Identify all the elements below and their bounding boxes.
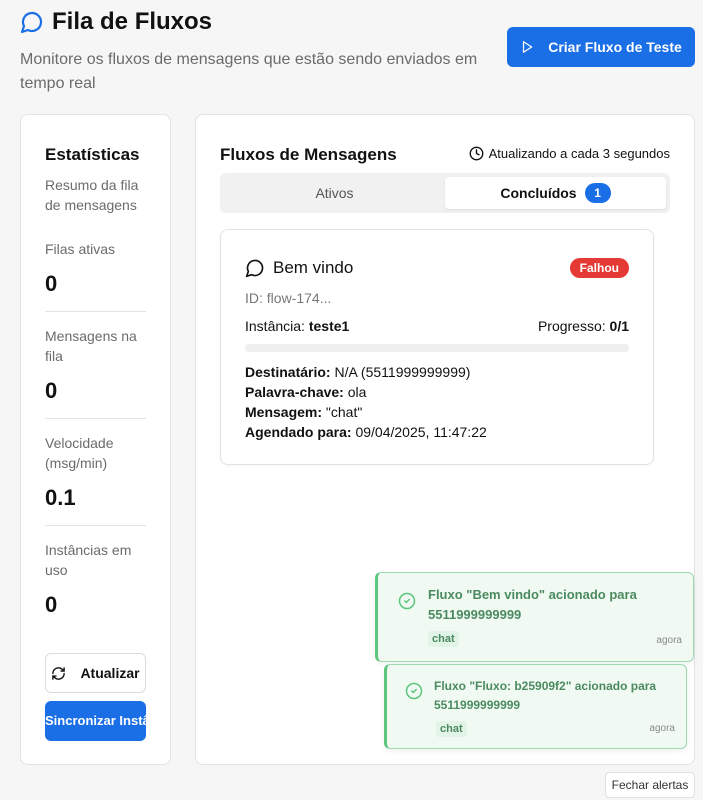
toast-notification[interactable]: Fluxo "Bem vindo" acionado para 55119999… bbox=[375, 572, 694, 662]
stat-value: 0 bbox=[45, 271, 58, 296]
toast-time: agora bbox=[649, 723, 675, 734]
update-interval: Atualizando a cada 3 segundos bbox=[469, 146, 670, 161]
message-circle-icon bbox=[20, 11, 43, 34]
flow-name: Bem vindo bbox=[273, 258, 354, 277]
update-interval-text: Atualizando a cada 3 segundos bbox=[488, 146, 670, 161]
scheduled-row: Agendado para: 09/04/2025, 11:47:22 bbox=[245, 422, 487, 442]
toast-tag: chat bbox=[436, 721, 467, 737]
scheduled-value: 09/04/2025, 11:47:22 bbox=[355, 424, 487, 440]
tab-active[interactable]: Ativos bbox=[224, 177, 445, 209]
stat-speed: Velocidade (msg/min) 0.1 bbox=[45, 419, 146, 526]
check-circle-icon bbox=[398, 592, 416, 610]
keyword-label: Palavra-chave: bbox=[245, 384, 344, 400]
stat-value: 0 bbox=[45, 592, 58, 617]
scheduled-label: Agendado para: bbox=[245, 424, 352, 440]
statistics-panel: Estatísticas Resumo da fila de mensagens… bbox=[20, 114, 171, 765]
play-icon bbox=[523, 41, 533, 53]
flow-id: ID: flow-174... bbox=[245, 290, 332, 306]
flow-card: Bem vindo Falhou ID: flow-174... Instânc… bbox=[220, 229, 654, 465]
flow-tabs: Ativos Concluídos 1 bbox=[220, 173, 670, 213]
stat-instances-in-use: Instâncias em uso 0 bbox=[45, 526, 146, 632]
toast-message: Fluxo "Fluxo: b25909f2" acionado para 55… bbox=[434, 679, 657, 712]
refresh-button[interactable]: Atualizar bbox=[45, 653, 146, 693]
progress-bar bbox=[245, 344, 629, 352]
recipient-value: N/A (5511999999999) bbox=[334, 364, 471, 380]
message-label: Mensagem: bbox=[245, 404, 323, 420]
progress-info: Progresso: 0/1 bbox=[538, 318, 629, 334]
keyword-value: ola bbox=[347, 384, 367, 400]
check-circle-icon bbox=[405, 682, 423, 700]
title-row: Fila de Fluxos bbox=[20, 8, 490, 36]
message-value: "chat" bbox=[325, 404, 363, 420]
refresh-label: Atualizar bbox=[80, 665, 140, 681]
toast-tag: chat bbox=[428, 631, 459, 647]
create-test-flow-button[interactable]: Criar Fluxo de Teste bbox=[507, 27, 695, 67]
tab-label: Ativos bbox=[315, 185, 354, 201]
flow-details: Destinatário: N/A (5511999999999) Palavr… bbox=[245, 362, 487, 442]
create-test-flow-label: Criar Fluxo de Teste bbox=[548, 39, 682, 55]
flow-meta-row: Instância: teste1 Progresso: 0/1 bbox=[245, 318, 629, 334]
recipient-label: Destinatário: bbox=[245, 364, 331, 380]
close-alerts-button[interactable]: Fechar alertas bbox=[605, 772, 695, 798]
status-badge: Falhou bbox=[569, 258, 629, 278]
instance-value: teste1 bbox=[308, 318, 350, 334]
stat-value: 0 bbox=[45, 378, 58, 403]
tab-label: Concluídos bbox=[500, 185, 577, 201]
progress-value: 0/1 bbox=[609, 318, 629, 334]
statistics-description: Resumo da fila de mensagens bbox=[45, 177, 139, 213]
stat-label: Velocidade (msg/min) bbox=[45, 435, 114, 471]
refresh-icon bbox=[52, 666, 66, 680]
stat-label: Instâncias em uso bbox=[45, 542, 132, 578]
flow-card-title: Bem vindo bbox=[245, 258, 353, 278]
stat-queued-messages: Mensagens na fila 0 bbox=[45, 312, 146, 419]
toast-message: Fluxo "Bem vindo" acionado para 55119999… bbox=[428, 587, 637, 622]
toast-notification[interactable]: Fluxo "Fluxo: b25909f2" acionado para 55… bbox=[384, 664, 687, 749]
statistics-title: Estatísticas bbox=[45, 145, 140, 164]
stat-active-queues: Filas ativas 0 bbox=[45, 225, 146, 312]
stat-value: 0.1 bbox=[45, 485, 76, 510]
page-title: Fila de Fluxos bbox=[52, 8, 213, 35]
instance-label: Instância: bbox=[245, 318, 305, 334]
clock-icon bbox=[469, 146, 484, 161]
tab-completed[interactable]: Concluídos 1 bbox=[445, 177, 666, 209]
page-header: Fila de Fluxos Monitore os fluxos de men… bbox=[20, 8, 490, 96]
page-subtitle: Monitore os fluxos de mensagens que estã… bbox=[20, 51, 478, 92]
stat-label: Filas ativas bbox=[45, 241, 116, 257]
completed-count-badge: 1 bbox=[584, 183, 611, 203]
toast-time: agora bbox=[656, 635, 682, 646]
instance-info: Instância: teste1 bbox=[245, 318, 349, 334]
message-circle-icon bbox=[245, 259, 264, 278]
progress-label: Progresso: bbox=[537, 318, 606, 334]
stat-label: Mensagens na fila bbox=[45, 328, 137, 364]
keyword-row: Palavra-chave: ola bbox=[245, 382, 487, 402]
sync-instances-button[interactable]: Sincronizar Instâncias bbox=[45, 701, 146, 741]
recipient-row: Destinatário: N/A (5511999999999) bbox=[245, 362, 487, 382]
message-row: Mensagem: "chat" bbox=[245, 402, 487, 422]
flows-title: Fluxos de Mensagens bbox=[220, 145, 397, 164]
